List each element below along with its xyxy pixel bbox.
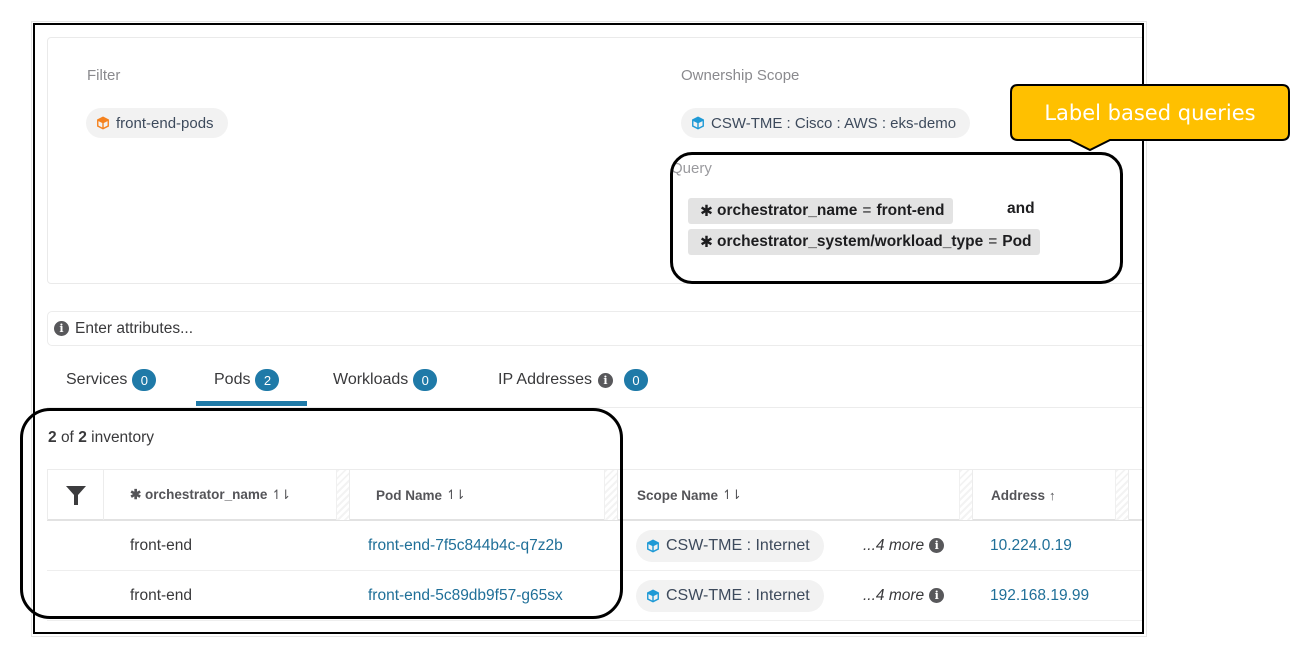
tab-services[interactable]: Services 0 — [66, 366, 157, 394]
column-header-label: Address — [991, 487, 1046, 503]
scope-chip[interactable]: CSW-TME : Internet — [636, 529, 824, 562]
filter-chip-label: front-end-pods — [116, 114, 214, 132]
inventory-tabs: Services 0 Pods 2 Workloads 0 IP Address… — [47, 362, 1142, 408]
scope-chip-label: CSW-TME : Internet — [666, 536, 810, 554]
tab-workloads[interactable]: Workloads 0 — [333, 366, 438, 394]
cube-icon — [692, 116, 704, 130]
more-scopes-label: ...4 more — [863, 586, 925, 604]
filter-label: Filter — [87, 67, 121, 84]
ownership-scope-label: Ownership Scope — [681, 67, 800, 84]
more-scopes[interactable]: ...4 more i — [863, 521, 945, 570]
column-header-scope-name[interactable]: Scope Name ↿⇂ — [617, 470, 973, 520]
scope-chip[interactable]: CSW-TME : Internet — [636, 579, 824, 612]
count-badge: 2 — [255, 369, 280, 391]
column-header-address[interactable]: Address ↑ — [972, 470, 1129, 520]
query-highlight-annotation — [670, 152, 1123, 284]
cube-icon — [647, 589, 659, 602]
column-header-label: Scope Name — [637, 487, 719, 503]
count-badge: 0 — [623, 369, 648, 391]
count-badge: 0 — [132, 369, 157, 391]
info-icon: i — [54, 321, 69, 336]
search-placeholder: Enter attributes... — [75, 319, 194, 337]
count-badge: 0 — [413, 369, 438, 391]
tab-label: Pods — [214, 371, 251, 388]
tab-label: IP Addresses — [498, 371, 592, 388]
attribute-search-input[interactable]: i Enter attributes... — [47, 311, 1142, 346]
filter-chip[interactable]: front-end-pods — [86, 108, 228, 138]
cell-scope-name: CSW-TME : Internet — [636, 571, 824, 620]
column-resize-handle[interactable] — [959, 470, 973, 520]
callout-label-based-queries: Label based queries — [1010, 84, 1290, 152]
more-scopes[interactable]: ...4 more i — [863, 571, 945, 620]
callout-text: Label based queries — [1044, 100, 1256, 125]
cube-icon — [647, 539, 659, 552]
tab-label: Workloads — [333, 371, 409, 388]
info-icon[interactable]: i — [929, 538, 945, 553]
cell-scope-name: CSW-TME : Internet — [636, 521, 824, 570]
tab-label: Services — [66, 371, 128, 388]
inventory-highlight-annotation — [20, 408, 623, 619]
more-scopes-label: ...4 more — [863, 536, 925, 554]
cell-address-link[interactable]: 192.168.19.99 — [990, 571, 1089, 620]
scope-chip-label: CSW-TME : Internet — [666, 586, 810, 604]
ownership-scope-chip[interactable]: CSW-TME : Cisco : AWS : eks-demo — [681, 108, 971, 138]
sort-icon[interactable]: ↿⇂ — [722, 487, 742, 503]
active-tab-indicator — [196, 401, 307, 406]
info-icon[interactable]: i — [929, 588, 945, 603]
column-resize-handle[interactable] — [1115, 470, 1129, 520]
ownership-scope-chip-label: CSW-TME : Cisco : AWS : eks-demo — [711, 114, 957, 132]
tab-pods[interactable]: Pods 2 — [214, 366, 280, 394]
column-header-extra — [1128, 470, 1142, 520]
sort-ascending-icon[interactable]: ↑ — [1049, 488, 1056, 503]
tab-ip-addresses[interactable]: IP Addresses i 0 — [498, 366, 648, 394]
cell-address-link[interactable]: 10.224.0.19 — [990, 521, 1072, 570]
info-icon[interactable]: i — [597, 372, 613, 388]
cube-icon — [97, 116, 109, 130]
